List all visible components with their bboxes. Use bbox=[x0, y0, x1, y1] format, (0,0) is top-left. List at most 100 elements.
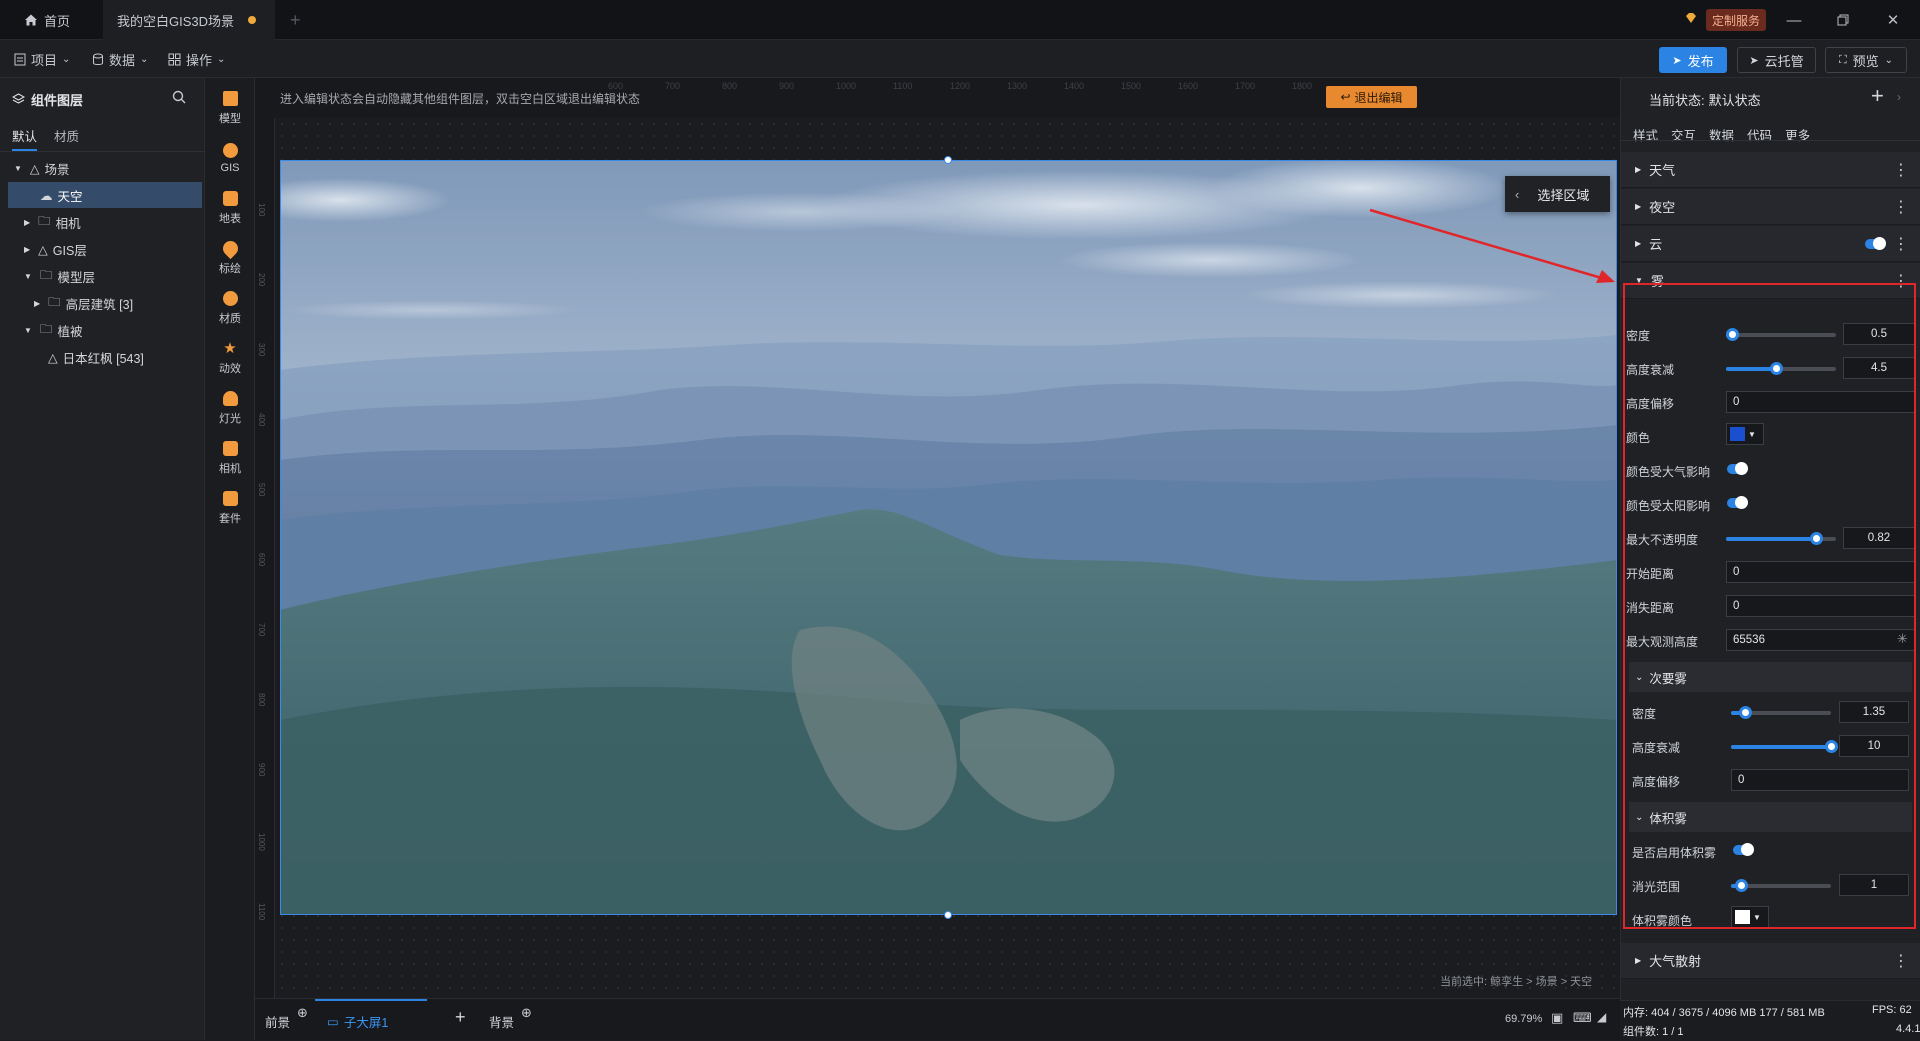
fog-density-slider[interactable] bbox=[1725, 328, 1836, 341]
caret-right-icon: ▶ bbox=[1635, 165, 1642, 174]
minimize-button[interactable]: — bbox=[1771, 0, 1817, 40]
ops-menu[interactable]: 操作 ⌄ bbox=[168, 48, 225, 70]
tree-item-gis[interactable]: ▶ △ GIS层 bbox=[0, 236, 205, 262]
globe-icon bbox=[222, 142, 238, 158]
volumetric-extinction-slider[interactable] bbox=[1731, 879, 1831, 892]
add-background-icon[interactable]: ⊕ bbox=[521, 1005, 532, 1021]
tree-item-camera[interactable]: ▶ 🗀 相机 bbox=[0, 209, 205, 235]
rail-material[interactable]: 材质 bbox=[205, 283, 255, 333]
more-icon[interactable]: ⋮ bbox=[1893, 271, 1909, 291]
tree-item-scene[interactable]: ▼ △ 场景 bbox=[0, 155, 205, 181]
subsection-secondary-fog[interactable]: ⌄ 次要雾 bbox=[1629, 662, 1912, 692]
tab-material[interactable]: 材质 bbox=[54, 126, 79, 145]
subsection-volumetric-fog[interactable]: ⌄ 体积雾 bbox=[1629, 802, 1912, 832]
fog-color-picker[interactable]: ▼ bbox=[1726, 423, 1764, 445]
tab-style[interactable]: 样式 bbox=[1633, 125, 1658, 144]
secondary-falloff-slider[interactable] bbox=[1731, 740, 1838, 753]
close-button[interactable]: ✕ bbox=[1870, 0, 1916, 40]
exit-edit-button[interactable]: ↩ 退出编辑 bbox=[1326, 86, 1417, 108]
slider-knob[interactable] bbox=[1739, 706, 1752, 719]
rail-kit[interactable]: 套件 bbox=[205, 483, 255, 533]
fog-density-input[interactable]: 0.5 bbox=[1843, 323, 1915, 345]
fog-falloff-slider[interactable] bbox=[1726, 362, 1836, 375]
secondary-density-slider[interactable] bbox=[1731, 706, 1831, 719]
ruler-tick-label: 400 bbox=[257, 413, 266, 427]
fog-max-height-input[interactable]: 65536 bbox=[1726, 629, 1915, 651]
zoom-level[interactable]: 69.79% bbox=[1505, 1013, 1542, 1025]
add-screen-button[interactable]: + bbox=[455, 1007, 466, 1028]
home-tab[interactable]: 首页 bbox=[10, 0, 84, 40]
fog-max-opacity-input[interactable]: 0.82 bbox=[1843, 527, 1915, 549]
tree-item-model-layer[interactable]: ▼ 🗀 模型层 bbox=[0, 263, 205, 289]
rail-light[interactable]: 灯光 bbox=[205, 383, 255, 433]
project-menu[interactable]: 项目 ⌄ bbox=[14, 48, 70, 70]
fog-max-opacity-slider[interactable] bbox=[1726, 532, 1836, 545]
search-button[interactable] bbox=[172, 90, 186, 107]
fog-color-atmos-toggle[interactable] bbox=[1727, 462, 1748, 475]
preview-label: 预览 bbox=[1852, 53, 1879, 69]
resize-handle-top[interactable] bbox=[944, 156, 952, 164]
background-tab[interactable]: 背景 bbox=[489, 1012, 514, 1031]
volumetric-color-picker[interactable]: ▼ bbox=[1731, 906, 1769, 928]
section-cloud[interactable]: ▶ 云 ⋮ bbox=[1621, 226, 1920, 262]
tree-item-vegetation[interactable]: ▼ 🗀 植被 bbox=[0, 317, 205, 343]
fog-offset-input[interactable]: 0 bbox=[1726, 391, 1915, 413]
slider-knob[interactable] bbox=[1810, 532, 1824, 545]
data-menu[interactable]: 数据 ⌄ bbox=[92, 48, 148, 70]
section-weather[interactable]: ▶ 天气 ⋮ bbox=[1621, 152, 1920, 188]
secondary-offset-input[interactable]: 0 bbox=[1731, 769, 1909, 791]
add-state-button[interactable]: + bbox=[1871, 83, 1884, 109]
tab-code[interactable]: 代码 bbox=[1747, 125, 1772, 144]
new-tab-button[interactable]: + bbox=[276, 0, 315, 40]
rail-terrain[interactable]: 地表 bbox=[205, 183, 255, 233]
send-icon: ➤ bbox=[1672, 54, 1682, 67]
secondary-density-input[interactable]: 1.35 bbox=[1839, 701, 1909, 723]
slider-knob[interactable] bbox=[1769, 362, 1783, 375]
section-atmospheric-scattering[interactable]: ▶ 大气散射 ⋮ bbox=[1621, 943, 1920, 979]
tree-item-maple[interactable]: △ 日本红枫 [543] bbox=[0, 344, 205, 370]
cloud-host-button[interactable]: ➤ 云托管 bbox=[1737, 47, 1816, 73]
tab-data[interactable]: 数据 bbox=[1709, 125, 1734, 144]
section-nightsky[interactable]: ▶ 夜空 ⋮ bbox=[1621, 189, 1920, 225]
fog-start-distance-input[interactable]: 0 bbox=[1726, 561, 1915, 583]
publish-button[interactable]: ➤ 发布 bbox=[1659, 47, 1727, 73]
slider-knob[interactable] bbox=[1735, 879, 1748, 892]
volumetric-enable-toggle[interactable] bbox=[1733, 843, 1754, 856]
screen-tab-active[interactable]: ▭ 子大屏1 bbox=[315, 999, 427, 1041]
foreground-tab[interactable]: 前景 bbox=[265, 1012, 290, 1031]
secondary-falloff-input[interactable]: 10 bbox=[1839, 735, 1909, 757]
tree-item-buildings[interactable]: ▶ 🗀 高层建筑 [3] bbox=[0, 290, 205, 316]
more-icon[interactable]: ⋮ bbox=[1893, 160, 1909, 180]
section-fog[interactable]: ▼ 雾 ⋮ bbox=[1621, 263, 1920, 299]
cloud-toggle[interactable] bbox=[1865, 237, 1886, 250]
keyboard-icon[interactable]: ⌨ bbox=[1573, 1010, 1592, 1026]
volumetric-extinction-input[interactable]: 1 bbox=[1839, 874, 1909, 896]
more-icon[interactable]: ⋮ bbox=[1893, 197, 1909, 217]
project-menu-label: 项目 bbox=[31, 52, 58, 68]
resize-handle-bottom[interactable] bbox=[944, 911, 952, 919]
slider-knob[interactable] bbox=[1825, 740, 1838, 753]
tree-item-sky[interactable]: ☁ 天空 bbox=[8, 182, 202, 208]
document-tab[interactable]: 我的空白GIS3D场景 bbox=[103, 0, 275, 40]
fit-screen-icon[interactable]: ▣ bbox=[1551, 1010, 1563, 1026]
add-foreground-icon[interactable]: ⊕ bbox=[297, 1005, 308, 1021]
tab-interaction[interactable]: 交互 bbox=[1671, 125, 1696, 144]
chevron-right-icon[interactable]: › bbox=[1897, 90, 1901, 104]
rail-model[interactable]: 模型 bbox=[205, 83, 255, 133]
fog-cutoff-distance-input[interactable]: 0 bbox=[1726, 595, 1915, 617]
rail-gis[interactable]: GIS bbox=[205, 133, 255, 183]
rail-marker[interactable]: 标绘 bbox=[205, 233, 255, 283]
restore-button[interactable] bbox=[1820, 0, 1866, 40]
preview-button[interactable]: ⛶ 预览 ⌄ bbox=[1825, 47, 1907, 73]
fog-color-sun-toggle[interactable] bbox=[1727, 496, 1748, 509]
tab-more[interactable]: 更多 bbox=[1785, 125, 1810, 144]
tab-default[interactable]: 默认 bbox=[12, 126, 38, 151]
rail-effects[interactable]: ★ 动效 bbox=[205, 333, 255, 383]
more-icon[interactable]: ⋮ bbox=[1893, 234, 1909, 254]
more-icon[interactable]: ⋮ bbox=[1893, 951, 1909, 971]
slider-knob[interactable] bbox=[1725, 328, 1739, 341]
terminal-icon[interactable]: ◢ bbox=[1597, 1010, 1606, 1024]
fog-falloff-input[interactable]: 4.5 bbox=[1843, 357, 1915, 379]
custom-service-button[interactable]: 定制服务 bbox=[1706, 9, 1767, 31]
rail-camera[interactable]: 相机 bbox=[205, 433, 255, 483]
